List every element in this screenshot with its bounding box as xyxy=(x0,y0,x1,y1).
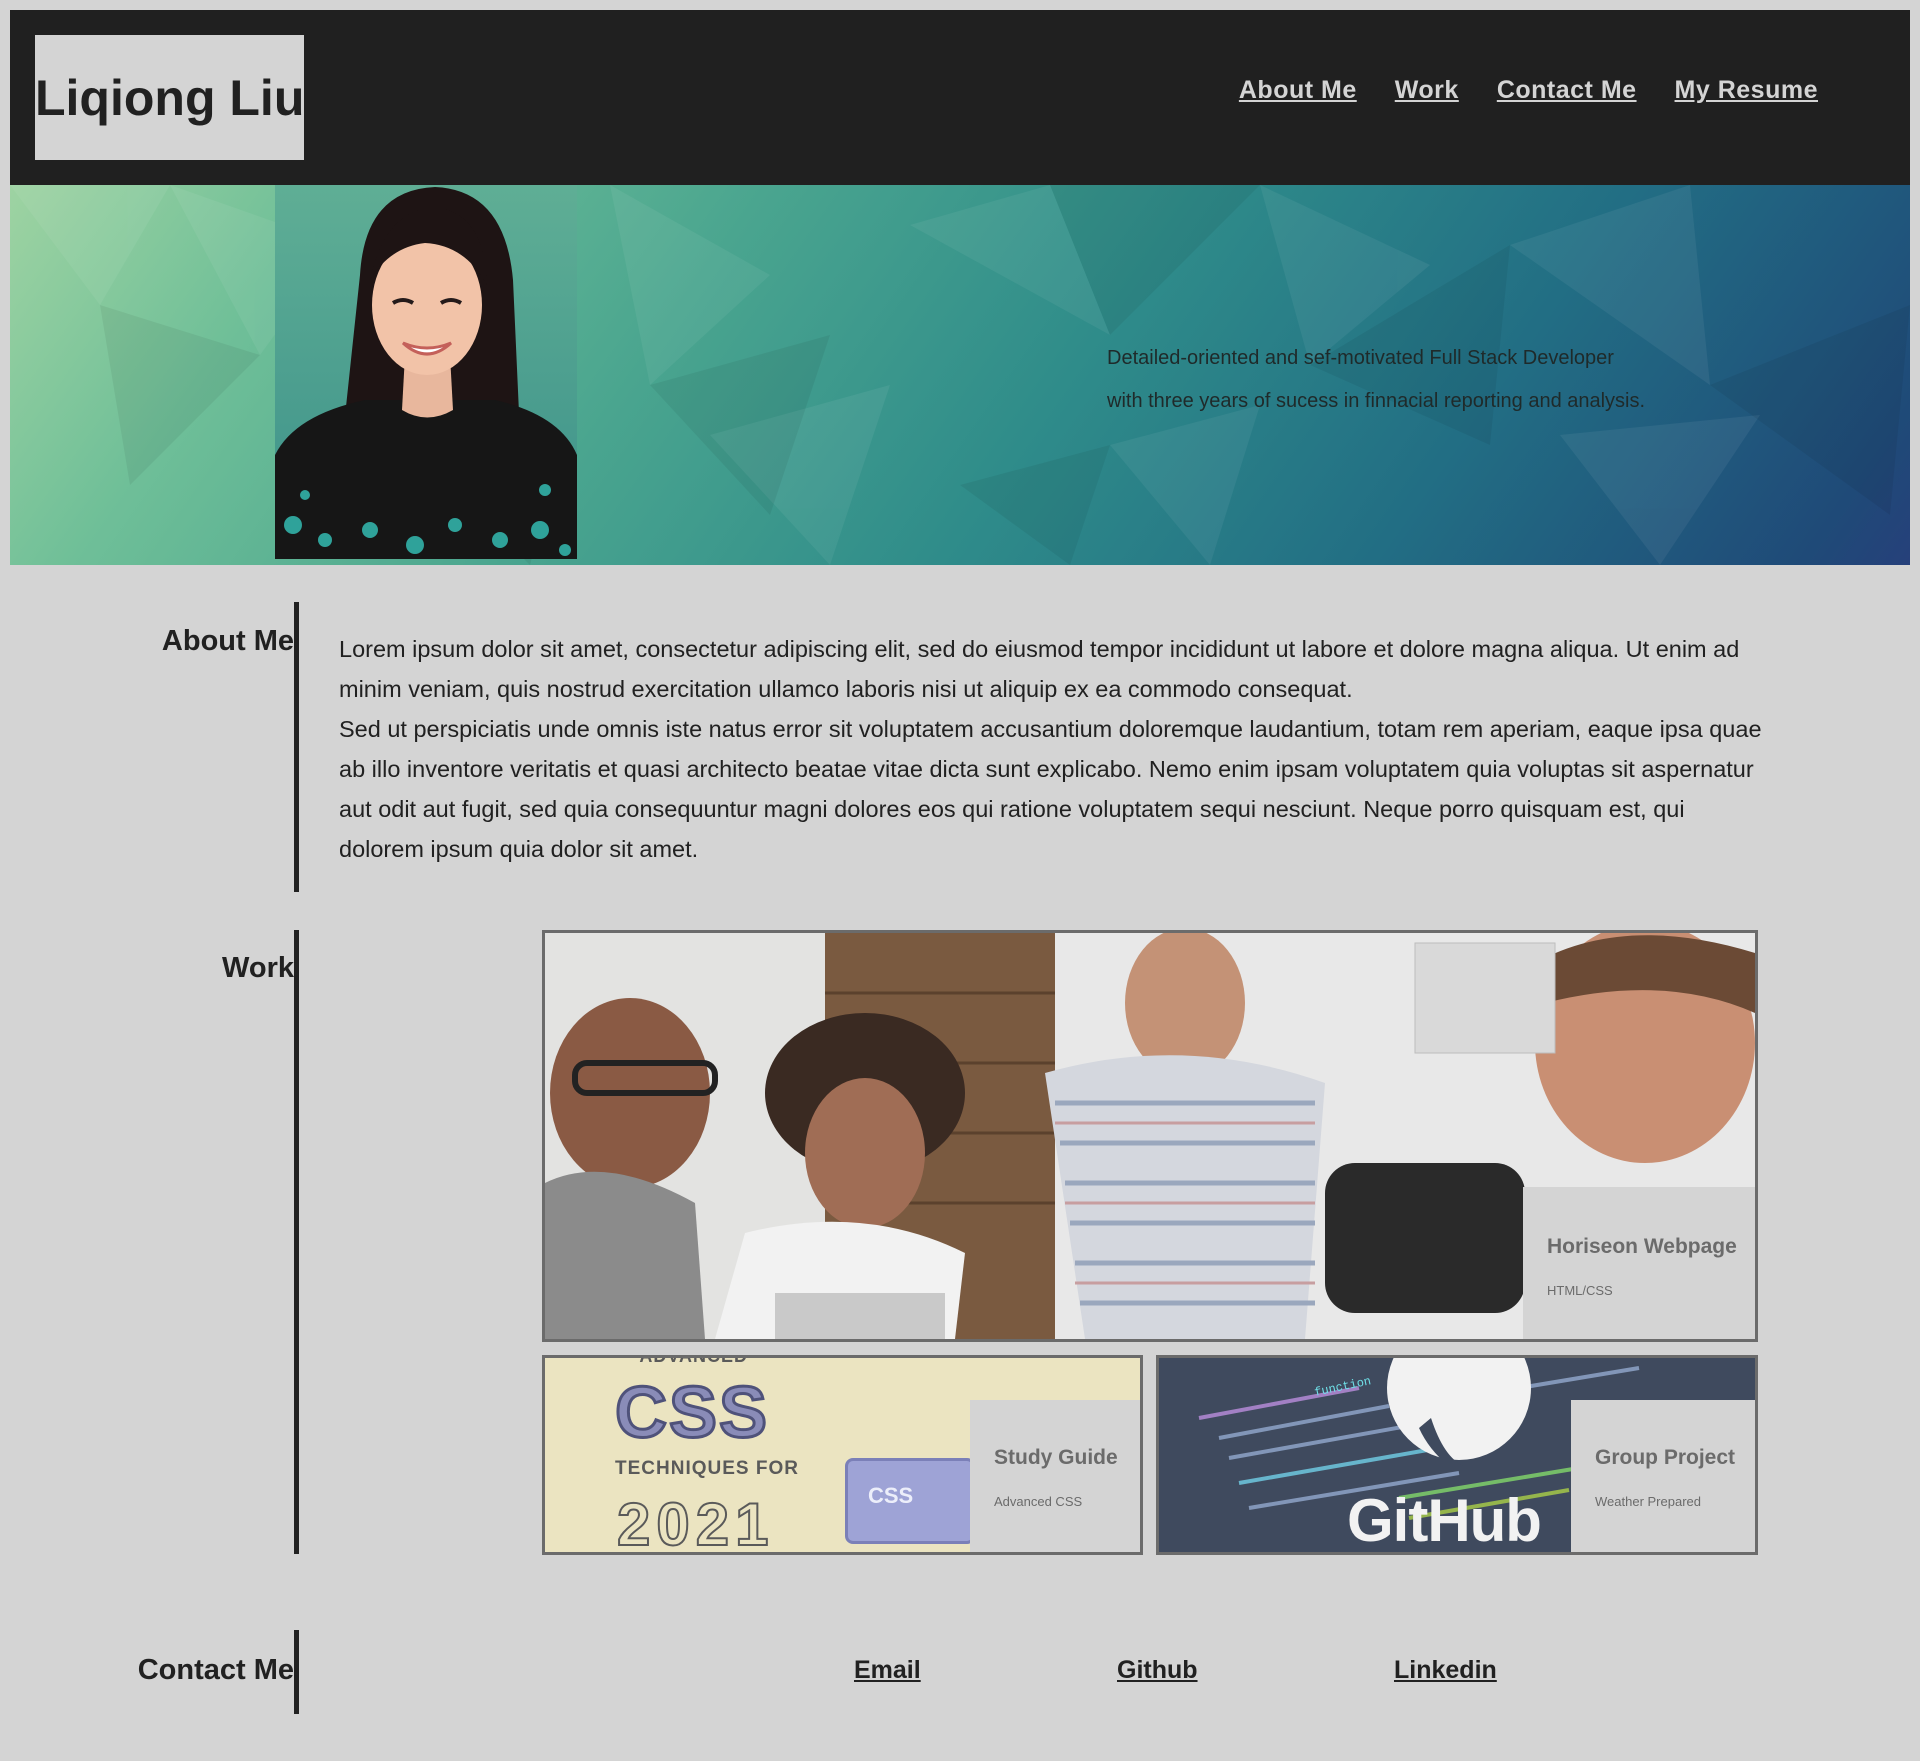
nav-work[interactable]: Work xyxy=(1395,76,1459,105)
nav-contact-me[interactable]: Contact Me xyxy=(1497,76,1637,105)
project-subtitle: Weather Prepared xyxy=(1595,1494,1701,1509)
work-divider xyxy=(294,930,299,1554)
nav-about-me[interactable]: About Me xyxy=(1239,76,1357,105)
project-title: Horiseon Webpage xyxy=(1547,1235,1737,1258)
github-wordmark: GitHub xyxy=(1347,1487,1542,1552)
contact-heading: Contact Me xyxy=(137,1654,294,1686)
contact-divider xyxy=(294,1630,299,1714)
css-badge: CSS xyxy=(845,1458,975,1544)
project-card-horiseon[interactable]: Horiseon Webpage HTML/CSS xyxy=(542,930,1758,1342)
group-project-caption: Group Project Weather Prepared xyxy=(1571,1400,1755,1552)
about-divider xyxy=(294,602,299,892)
work-heading: Work xyxy=(222,952,294,984)
about-heading: About Me xyxy=(161,625,294,657)
about-text: Lorem ipsum dolor sit amet, consectetur … xyxy=(339,629,1769,869)
project-subtitle: HTML/CSS xyxy=(1547,1283,1613,1298)
project-title: Study Guide xyxy=(994,1446,1118,1469)
css-book-top: — ADVANCED — xyxy=(615,1355,774,1366)
tagline-line-1: Detailed-oriented and sef-motivated Full… xyxy=(1107,347,1614,369)
about-paragraph-2: Sed ut perspiciatis unde omnis iste natu… xyxy=(339,716,1762,862)
contact-github-link[interactable]: Github xyxy=(1117,1656,1198,1685)
css-book-big: CSS xyxy=(613,1372,770,1455)
site-header: Liqiong Liu About Me Work Contact Me My … xyxy=(10,10,1910,185)
profile-photo xyxy=(275,185,577,559)
tagline-line-2: with three years of sucess in finnacial … xyxy=(1107,390,1646,412)
about-paragraph-1: Lorem ipsum dolor sit amet, consectetur … xyxy=(339,636,1740,702)
site-logo[interactable]: Liqiong Liu xyxy=(35,35,304,160)
hero-banner: Detailed-oriented and sef-motivated Full… xyxy=(10,185,1910,565)
css-book-year: 2021 xyxy=(616,1490,775,1555)
contact-linkedin-link[interactable]: Linkedin xyxy=(1394,1656,1497,1685)
contact-email-link[interactable]: Email xyxy=(854,1656,921,1685)
nav-my-resume[interactable]: My Resume xyxy=(1675,76,1818,105)
study-guide-caption: Study Guide Advanced CSS xyxy=(970,1400,1140,1552)
project-card-group-project[interactable]: GitHub function Group Project Weather Pr… xyxy=(1156,1355,1758,1555)
horiseon-caption: Horiseon Webpage HTML/CSS xyxy=(1523,1187,1755,1339)
hero-tagline: Detailed-oriented and sef-motivated Full… xyxy=(1107,337,1645,423)
project-card-study-guide[interactable]: — ADVANCED — CSS TECHNIQUES FOR 2021 CSS… xyxy=(542,1355,1143,1555)
main-nav: About Me Work Contact Me My Resume xyxy=(1239,76,1818,105)
project-title: Group Project xyxy=(1595,1446,1736,1469)
css-book-mid: TECHNIQUES FOR xyxy=(615,1458,799,1479)
site-name: Liqiong Liu xyxy=(35,69,305,126)
project-subtitle: Advanced CSS xyxy=(994,1494,1083,1509)
